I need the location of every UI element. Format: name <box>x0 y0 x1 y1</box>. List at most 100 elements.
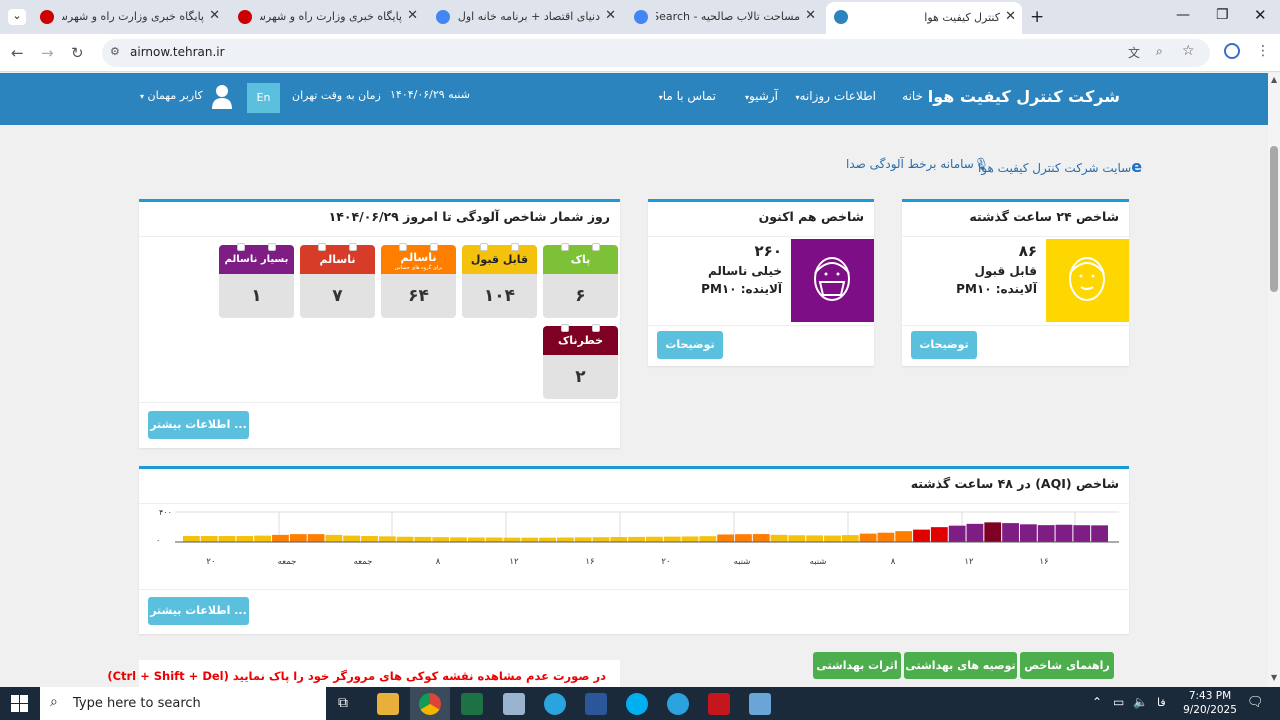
task-view-icon[interactable]: ⧉ <box>338 695 348 711</box>
aqi-bar-chart: ۴۰۰ ۰ ۲۰ جمعه جمعه ۸ ۱۲ ۱۶ ۲۰ شنبه شنبه ۸ ۱۲ ۱۶ <box>156 508 1119 567</box>
browser-tab-2[interactable]: پایگاه خبری وزارت راه و شهرسازی ✕ <box>230 4 424 30</box>
card-label: خطرناک <box>543 326 618 355</box>
input-language[interactable]: فا <box>1157 696 1166 709</box>
tab-list-button[interactable]: ⌄ <box>8 9 26 25</box>
volume-icon[interactable]: 🔈 <box>1133 695 1148 709</box>
more-info-button-counter[interactable]: اطلاعات بیشتر ... <box>148 411 249 439</box>
forward-icon[interactable]: → <box>41 44 54 62</box>
google-icon <box>436 10 450 24</box>
network-icon[interactable]: ▭ <box>1113 695 1124 709</box>
user-menu[interactable]: کاربر مهمان ▾ <box>140 89 203 102</box>
clock-time: 7:43 PM <box>1188 690 1232 702</box>
close-tab-icon[interactable]: ✕ <box>1005 9 1016 24</box>
notification-icon[interactable]: 🗨 <box>1247 695 1264 710</box>
panel-title: شاخص هم اکنون <box>758 209 864 224</box>
card-label: ناسالم <box>400 251 437 264</box>
minimize-button[interactable]: — <box>1176 7 1190 23</box>
url-text[interactable]: airnow.tehran.ir <box>130 45 225 59</box>
close-tab-icon[interactable]: ✕ <box>805 8 816 23</box>
chart-bar <box>699 536 717 542</box>
telegram-icon-2[interactable] <box>667 693 689 715</box>
browser-tab-3[interactable]: دنیای اقتصاد + برنامه خانه اول + ... ✕ <box>428 4 622 30</box>
language-button[interactable]: En <box>247 83 280 113</box>
nav-contact-label: تماس با ما <box>662 89 716 103</box>
pollutant-label: آلاینده: PM۱۰ <box>956 282 1037 296</box>
health-effects-button[interactable]: اثرات بهداشتی <box>813 652 901 679</box>
user-avatar-icon <box>211 83 233 109</box>
counter-card-acceptable: قابل قبول ۱۰۴ <box>462 243 537 318</box>
photos-icon[interactable] <box>749 693 771 715</box>
index-guide-button[interactable]: راهنمای شاخص <box>1020 652 1114 679</box>
details-button-24h[interactable]: توضیحات <box>911 331 977 359</box>
nav-contact[interactable]: تماس با ما▾ <box>659 89 716 103</box>
chrome-taskbar-item[interactable] <box>410 687 450 720</box>
details-button-now[interactable]: توضیحات <box>657 331 723 359</box>
scroll-thumb[interactable] <box>1270 146 1278 292</box>
chart-bar <box>183 536 200 542</box>
clock-date: 9/20/2025 <box>1183 704 1237 716</box>
acceptable-face-icon <box>1046 239 1129 322</box>
taskbar-search-box[interactable]: ⌕ Type here to search <box>40 687 326 720</box>
health-advice-button[interactable]: توصیه های بهداشتی <box>904 652 1017 679</box>
chart-bar <box>325 534 343 542</box>
notepad-icon[interactable] <box>503 693 525 715</box>
chart-bar <box>824 535 841 542</box>
header-date: شنبه ۱۴۰۴/۰۶/۲۹ <box>390 88 470 101</box>
cookie-notice-box: در صورت عدم مشاهده نقشه کوکی های مرورگر … <box>107 660 620 687</box>
nav-archive[interactable]: آرشیو▾ <box>745 89 778 103</box>
nav-home[interactable]: خانه <box>902 89 923 103</box>
excel-icon[interactable] <box>461 693 483 715</box>
panel-current-index: شاخص هم اکنون ۲۶۰ خیلی ناسالم آلاینده: P… <box>648 199 874 366</box>
tray-chevron-icon[interactable]: ⌃ <box>1092 695 1102 709</box>
scroll-down-icon[interactable]: ▼ <box>1271 673 1277 682</box>
bookmark-star-icon[interactable]: ☆ <box>1182 43 1195 59</box>
acrobat-icon[interactable] <box>708 693 730 715</box>
chart-bar <box>1055 524 1073 542</box>
chart-bar <box>984 522 1002 542</box>
close-window-button[interactable]: ✕ <box>1254 6 1267 24</box>
close-tab-icon[interactable]: ✕ <box>605 8 616 23</box>
main-site-link[interactable]: eسایت شرکت کنترل کیفیت هوا <box>978 157 1142 176</box>
word-icon[interactable] <box>585 693 607 715</box>
reload-icon[interactable]: ↻ <box>71 44 84 62</box>
chart-bar <box>735 534 752 542</box>
file-explorer-icon[interactable] <box>377 693 399 715</box>
chart-bar <box>930 527 948 542</box>
close-tab-icon[interactable]: ✕ <box>209 8 220 23</box>
windows-start-icon[interactable] <box>11 695 28 712</box>
nav-daily[interactable]: اطلاعات روزانه▾ <box>796 89 876 103</box>
omnibox[interactable]: ⚙ airnow.tehran.ir 文 ⌕ ☆ <box>102 39 1210 67</box>
site-info-icon[interactable]: ⚙ <box>110 45 120 58</box>
new-tab-button[interactable]: + <box>1030 7 1044 27</box>
chart-bar <box>646 536 663 542</box>
counter-card-clean: پاک ۶ <box>543 243 618 318</box>
menu-kebab-icon[interactable]: ⋮ <box>1256 43 1270 59</box>
telegram-icon[interactable] <box>544 693 566 715</box>
browser-tab-4[interactable]: مساحت تالاب صالحیه - Search ✕ <box>626 4 822 30</box>
index-status: خیلی ناسالم <box>708 264 782 278</box>
site-brand[interactable]: شرکت کنترل کیفیت هوا <box>928 87 1120 106</box>
maximize-button[interactable]: ❐ <box>1216 7 1229 23</box>
tab-title: کنترل کیفیت هوا <box>924 11 1000 24</box>
tab-title: مساحت تالاب صالحیه - Search <box>656 10 800 23</box>
noise-system-link[interactable]: 🎙سامانه برخط آلودگی صدا <box>846 157 989 171</box>
scroll-up-icon[interactable]: ▲ <box>1271 75 1277 84</box>
translate-icon[interactable]: 文 <box>1128 44 1140 61</box>
chart-bar <box>752 534 770 542</box>
skype-icon[interactable] <box>626 693 648 715</box>
zoom-icon[interactable]: ⌕ <box>1156 44 1163 59</box>
taskbar-clock[interactable]: 7:43 PM 9/20/2025 <box>1182 689 1238 717</box>
card-value: ۶ <box>543 274 618 318</box>
chart-bar <box>485 537 503 542</box>
back-icon[interactable]: ← <box>11 44 24 62</box>
page-scrollbar[interactable]: ▲ ▼ <box>1268 73 1280 687</box>
browser-tab-1[interactable]: پایگاه خبری وزارت راه و شهرسازی ✕ <box>32 4 226 30</box>
chart-bar <box>877 532 895 542</box>
chart-ytick-label: ۴۰۰ <box>159 508 172 517</box>
more-info-button-aqi[interactable]: اطلاعات بیشتر ... <box>148 597 249 625</box>
profile-icon[interactable] <box>1224 43 1240 59</box>
close-tab-icon[interactable]: ✕ <box>407 8 418 23</box>
browser-tab-active[interactable]: کنترل کیفیت هوا ✕ <box>826 2 1022 34</box>
microphone-icon: 🎙 <box>973 157 990 171</box>
chart-xtick-label: شنبه <box>734 557 751 567</box>
